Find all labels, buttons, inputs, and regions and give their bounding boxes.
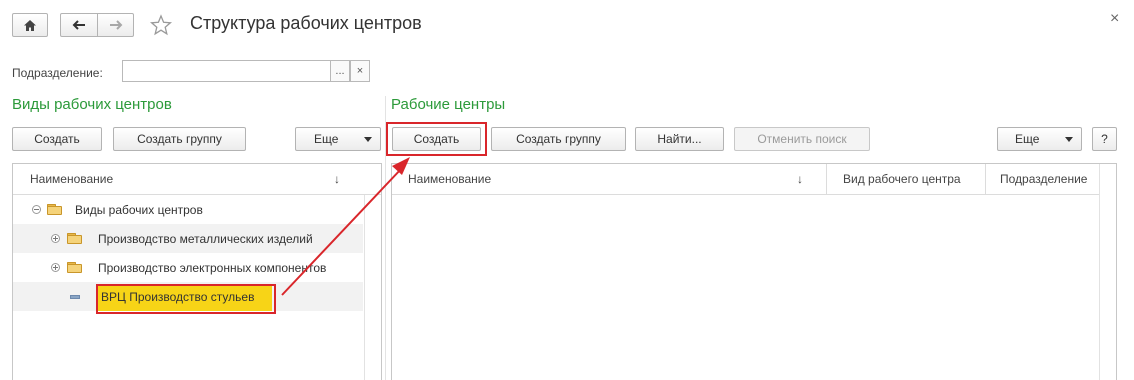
annotation-arrow [281,157,410,296]
